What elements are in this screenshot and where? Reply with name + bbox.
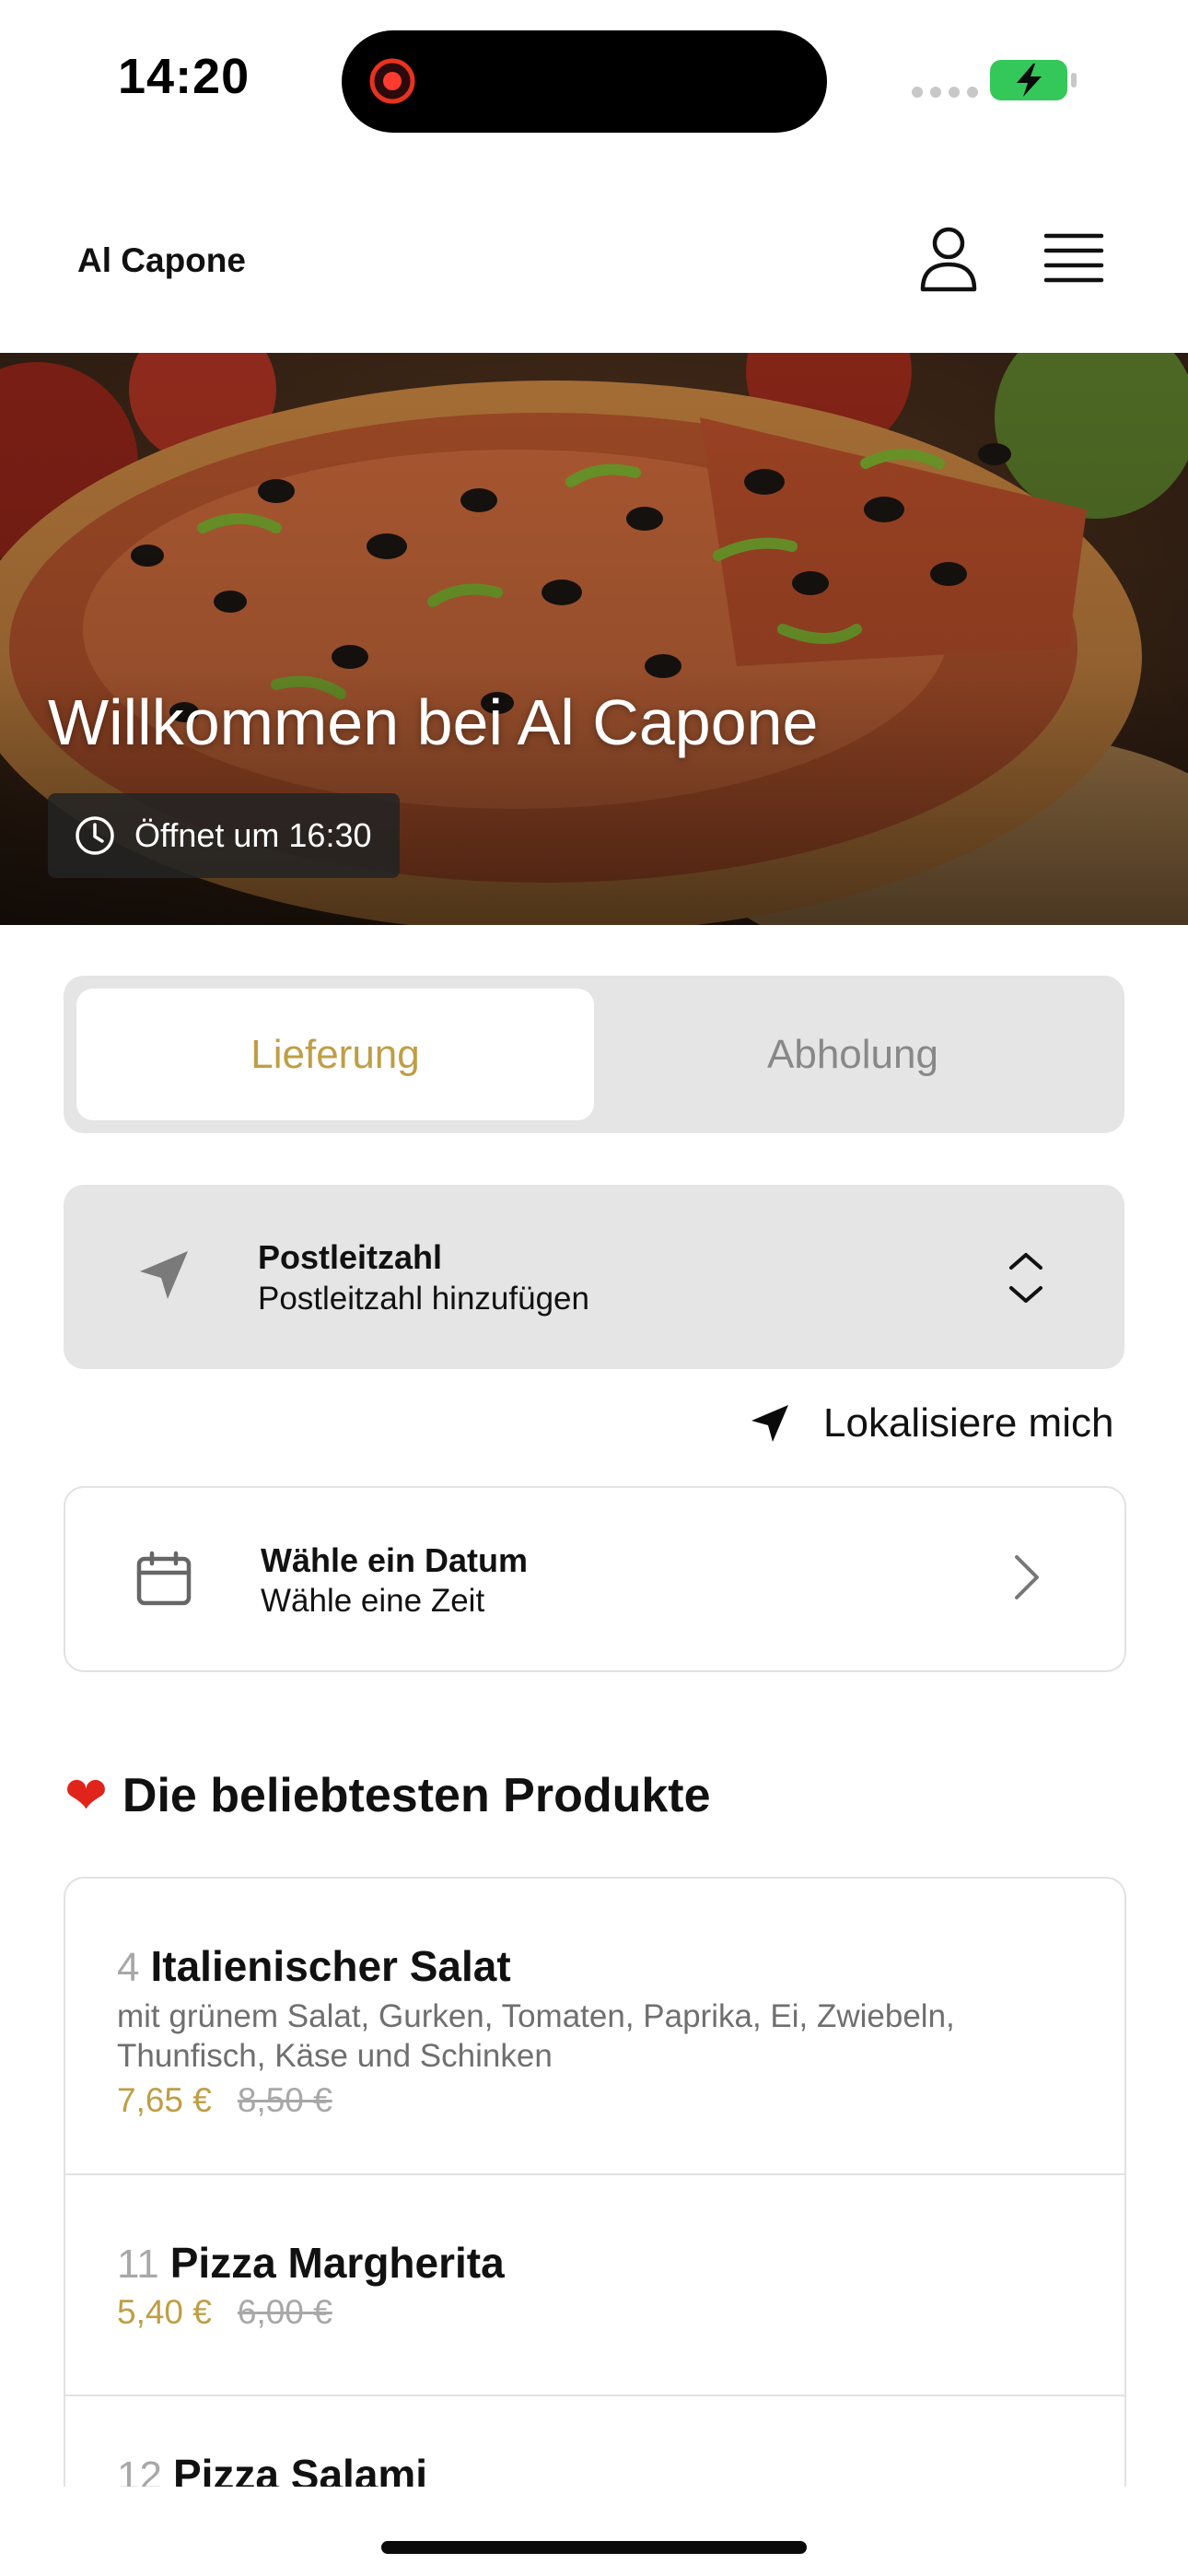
section-heading: ❤ Die beliebtesten Produkte [64, 1768, 711, 1823]
product-list: 4 Italienischer Salat mit grünem Salat, … [64, 1877, 1126, 2487]
app-title: Al Capone [77, 241, 246, 279]
status-time: 14:20 [118, 49, 250, 104]
date-label: Wähle ein Datum [261, 1541, 529, 1579]
product-number: 11 [117, 2242, 159, 2287]
product-item[interactable]: 12 Pizza Salami [65, 2396, 1124, 2487]
postcode-placeholder: Postleitzahl hinzufügen [258, 1281, 589, 1317]
chevron-up-down-icon [1009, 1253, 1042, 1303]
product-number: 4 [117, 1945, 140, 1990]
product-price: 5,40 € [117, 2293, 212, 2331]
time-label: Wähle eine Zeit [261, 1583, 485, 1619]
postcode-selector[interactable] [64, 1185, 1124, 1369]
location-arrow-icon [140, 1251, 188, 1299]
cellular-signal-icon [912, 87, 978, 98]
opening-hours-text: Öffnet um 16:30 [134, 816, 372, 854]
product-description: mit grünem Salat, Gurken, Tomaten, Papri… [117, 1998, 955, 2074]
battery-charging-icon [990, 60, 1077, 100]
tab-delivery[interactable]: Lieferung [76, 989, 594, 1120]
location-arrow-icon [751, 1405, 788, 1442]
profile-icon[interactable] [914, 223, 984, 293]
product-old-price: 6,00 € [237, 2293, 332, 2331]
clock-icon [76, 816, 114, 855]
product-number: 12 [117, 2453, 162, 2487]
opening-hours-badge: Öffnet um 16:30 [48, 793, 400, 878]
hero-title: Willkommen bei Al Capone [48, 686, 819, 758]
postcode-label: Postleitzahl [258, 1238, 443, 1276]
calendar-icon [136, 1551, 192, 1606]
product-item[interactable]: 11 Pizza Margherita 5,40 € 6,00 € [65, 2175, 1124, 2396]
product-price: 7,65 € [117, 2081, 212, 2119]
locate-me-label: Lokalisiere mich [823, 1400, 1114, 1446]
hamburger-menu-icon[interactable] [1041, 228, 1107, 287]
chevron-right-icon [1015, 1555, 1039, 1599]
home-indicator[interactable] [381, 2541, 807, 2554]
tab-pickup[interactable]: Abholung [594, 989, 1112, 1120]
section-heading-text: Die beliebtesten Produkte [122, 1769, 711, 1822]
product-name: Pizza Salami [172, 2451, 428, 2487]
recording-indicator-icon [369, 58, 415, 104]
locate-me-link[interactable]: Lokalisiere mich [750, 1400, 1113, 1446]
schedule-selector[interactable] [64, 1486, 1126, 1672]
product-name: Italienischer Salat [150, 1942, 511, 1990]
product-old-price: 8,50 € [237, 2081, 332, 2119]
product-name: Pizza Margherita [169, 2239, 505, 2287]
product-item[interactable]: 4 Italienischer Salat mit grünem Salat, … [65, 1879, 1124, 2175]
heart-icon: ❤ [64, 1766, 108, 1824]
